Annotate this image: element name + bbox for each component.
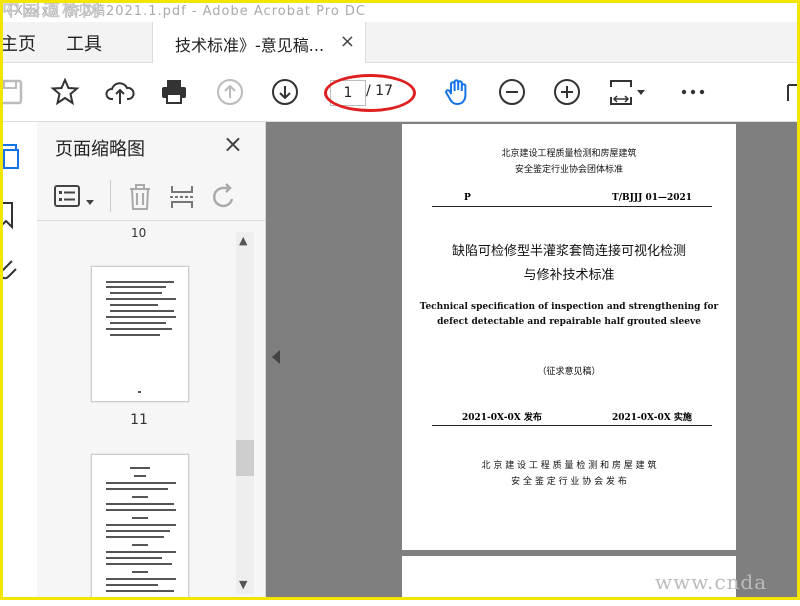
menu-tools[interactable]: 工具 <box>66 30 102 56</box>
zoom-out-icon[interactable] <box>495 75 529 109</box>
doc-impl-date: 2021-0X-0X 实施 <box>612 413 692 423</box>
close-panel-icon[interactable]: × <box>223 130 243 158</box>
scroll-up-icon[interactable]: ▲ <box>239 234 247 247</box>
document-tab-label: 技术标准》-意见稿... <box>175 36 325 55</box>
document-page-1: 北京建设工程质量检测和房屋建筑 安全鉴定行业协会团体标准 P T/BJJJ 01… <box>402 124 736 550</box>
hand-tool-icon[interactable] <box>440 75 474 109</box>
watermark-logo: 中国道桥网 <box>2 0 102 21</box>
attachments-icon[interactable] <box>0 255 24 289</box>
bookmark-star-icon[interactable] <box>48 75 82 109</box>
doc-title-en-2: defect detectable and repairable half gr… <box>437 317 701 327</box>
print-icon[interactable] <box>157 75 191 109</box>
thumbnail-panel: 页面缩略图 × 10 11 ▲ ▼ <box>37 122 266 600</box>
thumbnail-scrollbar[interactable]: ▲ ▼ <box>236 232 254 594</box>
doc-title-cn-2: 与修补技术标准 <box>523 268 615 283</box>
chevron-down-icon[interactable] <box>634 75 648 109</box>
previous-page-icon[interactable] <box>213 75 247 109</box>
save-icon[interactable] <box>0 75 28 109</box>
highlight-ring <box>324 74 416 112</box>
doc-code-left: P <box>464 193 471 203</box>
doc-rule-bottom <box>432 425 712 426</box>
thumbnail-page-12[interactable] <box>91 454 189 600</box>
more-options-icon[interactable] <box>676 75 710 109</box>
thumbnail-options-icon[interactable] <box>53 182 83 214</box>
doc-draft-label: （征求意见稿） <box>537 367 601 377</box>
doc-title-en-1: Technical specification of inspection an… <box>419 302 719 312</box>
insert-page-icon[interactable] <box>167 182 197 216</box>
doc-publisher-line2: 安 全 鉴 定 行 业 协 会 发 布 <box>511 477 627 487</box>
document-tab[interactable]: 技术标准》-意见稿... × <box>152 22 366 63</box>
next-page-icon[interactable] <box>268 75 302 109</box>
title-bar: 《Xxxx》意见稿2021.1.pdf - Adobe Acrobat Pro … <box>0 0 800 22</box>
panel-toolbar <box>37 172 265 221</box>
page-thumbnails-icon[interactable] <box>0 142 24 176</box>
collapse-panel-icon[interactable] <box>272 350 280 364</box>
doc-header-line2: 安全鉴定行业协会团体标准 <box>514 165 623 175</box>
doc-rule-top <box>432 206 712 207</box>
doc-title-cn-1: 缺陷可检修型半灌浆套筒连接可视化检测 <box>451 244 686 259</box>
zoom-in-icon[interactable] <box>550 75 584 109</box>
bookmarks-icon[interactable] <box>0 200 24 234</box>
doc-header-line1: 北京建设工程质量检测和房屋建筑 <box>501 149 637 159</box>
options-chevron-icon[interactable] <box>85 192 95 211</box>
left-rail <box>0 122 38 600</box>
menu-home[interactable]: 主页 <box>0 30 36 56</box>
tab-bar: 主页 工具 <box>0 22 800 63</box>
rotate-page-icon[interactable] <box>209 182 239 216</box>
thumbnail-page-11[interactable] <box>91 266 189 402</box>
thumbnail-11-label: 11 <box>130 412 148 428</box>
scrollbar-thumb[interactable] <box>236 440 254 476</box>
panel-toolbar-divider <box>110 180 111 212</box>
watermark-url: www.cnda <box>655 570 768 594</box>
thumbnail-10-label: 10 <box>131 226 147 240</box>
thumbnail-list[interactable]: 10 11 <box>37 226 237 600</box>
doc-publisher-line1: 北 京 建 设 工 程 质 量 检 测 和 房 屋 建 筑 <box>481 461 657 471</box>
comment-icon[interactable] <box>782 75 800 109</box>
doc-issue-date: 2021-0X-0X 发布 <box>462 413 542 423</box>
fit-page-icon[interactable] <box>604 75 638 109</box>
close-tab-icon[interactable]: × <box>340 31 355 52</box>
upload-cloud-icon[interactable] <box>103 75 137 109</box>
panel-title: 页面缩略图 <box>55 139 145 160</box>
doc-code-right: T/BJJJ 01—2021 <box>612 193 693 203</box>
scroll-down-icon[interactable]: ▼ <box>239 578 247 591</box>
delete-page-icon[interactable] <box>125 182 155 216</box>
